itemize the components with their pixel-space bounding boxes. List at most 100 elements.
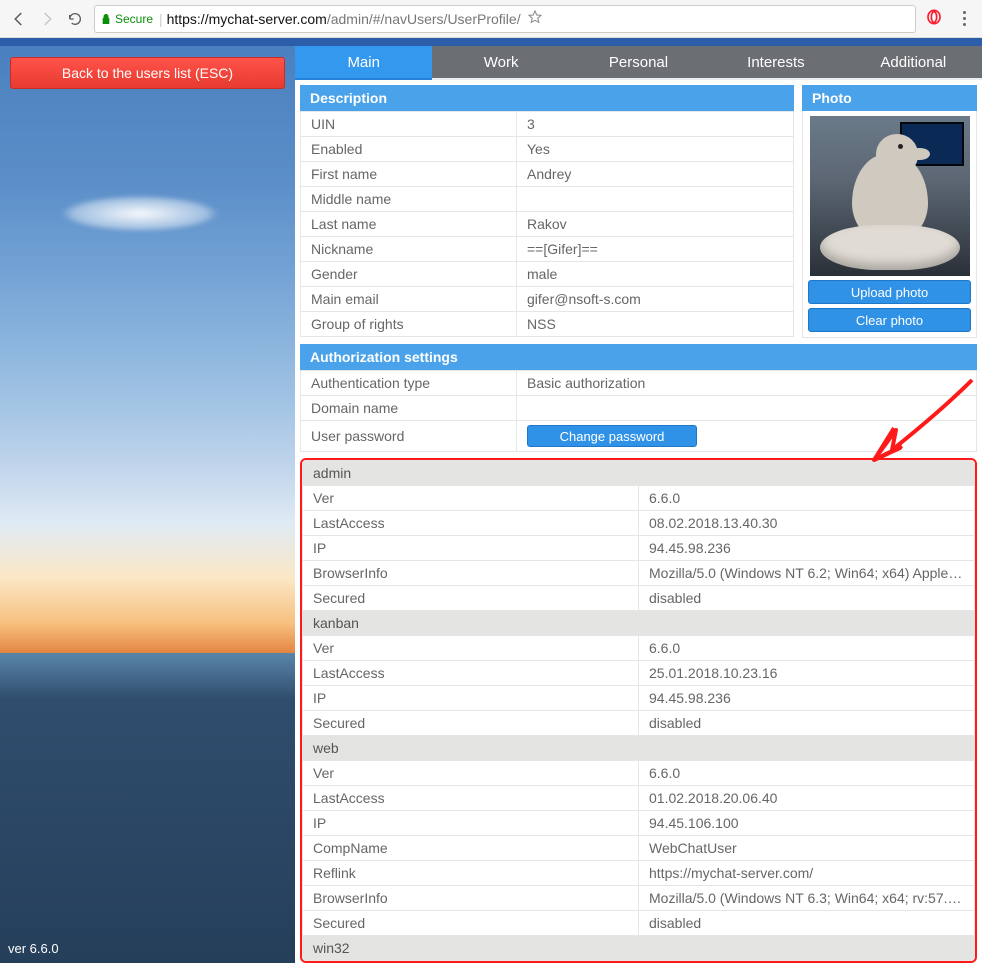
table-row: LastAccess08.02.2018.13.40.30 (303, 511, 975, 536)
menu-icon[interactable] (956, 11, 972, 26)
field-key: Gender (301, 262, 517, 287)
session-group[interactable]: web (303, 736, 975, 761)
user-photo (810, 116, 970, 276)
field-key: Secured (303, 586, 639, 611)
table-row[interactable]: EnabledYes (301, 137, 794, 162)
field-value: NSS (517, 312, 794, 337)
field-key: IP (303, 536, 639, 561)
version-label: ver 6.6.0 (8, 941, 59, 956)
field-key: UIN (301, 112, 517, 137)
description-header: Description (300, 85, 794, 111)
table-row: CompNameWebChatUser (303, 836, 975, 861)
table-row[interactable]: UIN3 (301, 112, 794, 137)
field-value: 08.02.2018.13.40.30 (639, 511, 975, 536)
field-value: 6.6.0 (639, 636, 975, 661)
table-row: IP94.45.106.100 (303, 811, 975, 836)
field-key: Last name (301, 212, 517, 237)
content-area: MainWorkPersonalInterestsAdditional Desc… (295, 46, 982, 963)
table-row: Ver6.6.0 (303, 486, 975, 511)
field-key: Domain name (301, 396, 517, 421)
table-row: Secureddisabled (303, 911, 975, 936)
tab-additional[interactable]: Additional (845, 46, 982, 78)
field-value (517, 187, 794, 212)
table-row: BrowserInfoMozilla/5.0 (Windows NT 6.2; … (303, 561, 975, 586)
table-row[interactable]: Gendermale (301, 262, 794, 287)
field-value: 94.45.98.236 (639, 536, 975, 561)
field-value: 94.45.98.236 (639, 686, 975, 711)
table-row[interactable]: Authentication typeBasic authorization (301, 371, 977, 396)
session-group[interactable]: kanban (303, 611, 975, 636)
tab-personal[interactable]: Personal (570, 46, 707, 78)
field-key: LastAccess (303, 786, 639, 811)
field-key: CompName (303, 836, 639, 861)
table-row[interactable]: Group of rightsNSS (301, 312, 794, 337)
field-value: https://mychat-server.com/ (639, 861, 975, 886)
session-group-label: win32 (303, 936, 975, 961)
field-value: ==[Gifer]== (517, 237, 794, 262)
table-row: Reflinkhttps://mychat-server.com/ (303, 861, 975, 886)
field-key: User password (301, 421, 517, 452)
reload-icon[interactable] (66, 10, 84, 28)
tab-interests[interactable]: Interests (707, 46, 844, 78)
photo-header: Photo (802, 85, 977, 111)
back-nav-icon[interactable] (10, 10, 28, 28)
sidebar: Back to the users list (ESC) ver 6.6.0 (0, 46, 295, 963)
field-value: disabled (639, 911, 975, 936)
table-row[interactable]: Main emailgifer@nsoft-s.com (301, 287, 794, 312)
field-value (517, 396, 977, 421)
field-key: Ver (303, 761, 639, 786)
field-value: 6.6.0 (639, 486, 975, 511)
table-row: BrowserInfoMozilla/5.0 (Windows NT 6.3; … (303, 886, 975, 911)
session-group-label: kanban (303, 611, 975, 636)
table-row: Secureddisabled (303, 586, 975, 611)
sessions-block: adminVer6.6.0LastAccess08.02.2018.13.40.… (300, 458, 977, 963)
table-row: LastAccess01.02.2018.20.06.40 (303, 786, 975, 811)
window-top-border (0, 38, 982, 46)
field-value: 25.01.2018.10.23.16 (639, 661, 975, 686)
upload-photo-button[interactable]: Upload photo (808, 280, 971, 304)
table-row[interactable]: First nameAndrey (301, 162, 794, 187)
auth-header: Authorization settings (300, 344, 977, 370)
field-key: Ver (303, 636, 639, 661)
field-value: disabled (639, 586, 975, 611)
field-key: Main email (301, 287, 517, 312)
back-button-label: Back to the users list (ESC) (62, 65, 233, 81)
secure-label: Secure (115, 12, 153, 26)
field-key: IP (303, 686, 639, 711)
star-icon[interactable] (527, 9, 543, 28)
opera-icon[interactable] (926, 9, 942, 28)
field-key: Reflink (303, 861, 639, 886)
session-group-label: web (303, 736, 975, 761)
field-key: BrowserInfo (303, 561, 639, 586)
address-bar[interactable]: Secure | https://mychat-server.com/admin… (94, 5, 916, 33)
table-row[interactable]: Middle name (301, 187, 794, 212)
field-value: Basic authorization (517, 371, 977, 396)
auth-table: Authentication typeBasic authorizationDo… (300, 370, 977, 452)
session-group[interactable]: admin (303, 461, 975, 486)
field-key: BrowserInfo (303, 886, 639, 911)
wallpaper-lake (0, 653, 295, 963)
field-key: Enabled (301, 137, 517, 162)
table-row: Ver6.6.0 (303, 636, 975, 661)
session-group[interactable]: win32 (303, 936, 975, 961)
field-value: Yes (517, 137, 794, 162)
wallpaper-cloud (40, 186, 240, 236)
back-button[interactable]: Back to the users list (ESC) (10, 57, 285, 89)
table-row: User password Change password (301, 421, 977, 452)
clear-photo-button[interactable]: Clear photo (808, 308, 971, 332)
tab-work[interactable]: Work (432, 46, 569, 78)
change-password-button[interactable]: Change password (527, 425, 697, 447)
field-key: Ver (303, 486, 639, 511)
forward-nav-icon[interactable] (38, 10, 56, 28)
lock-icon (101, 13, 111, 25)
table-row: IP94.45.98.236 (303, 686, 975, 711)
field-value: 3 (517, 112, 794, 137)
tab-main[interactable]: Main (295, 46, 432, 78)
table-row[interactable]: Domain name (301, 396, 977, 421)
tabs: MainWorkPersonalInterestsAdditional (295, 46, 982, 78)
table-row[interactable]: Nickname==[Gifer]== (301, 237, 794, 262)
field-value: gifer@nsoft-s.com (517, 287, 794, 312)
url-text: | https://mychat-server.com/admin/#/navU… (159, 11, 521, 27)
table-row[interactable]: Last nameRakov (301, 212, 794, 237)
session-group-label: admin (303, 461, 975, 486)
